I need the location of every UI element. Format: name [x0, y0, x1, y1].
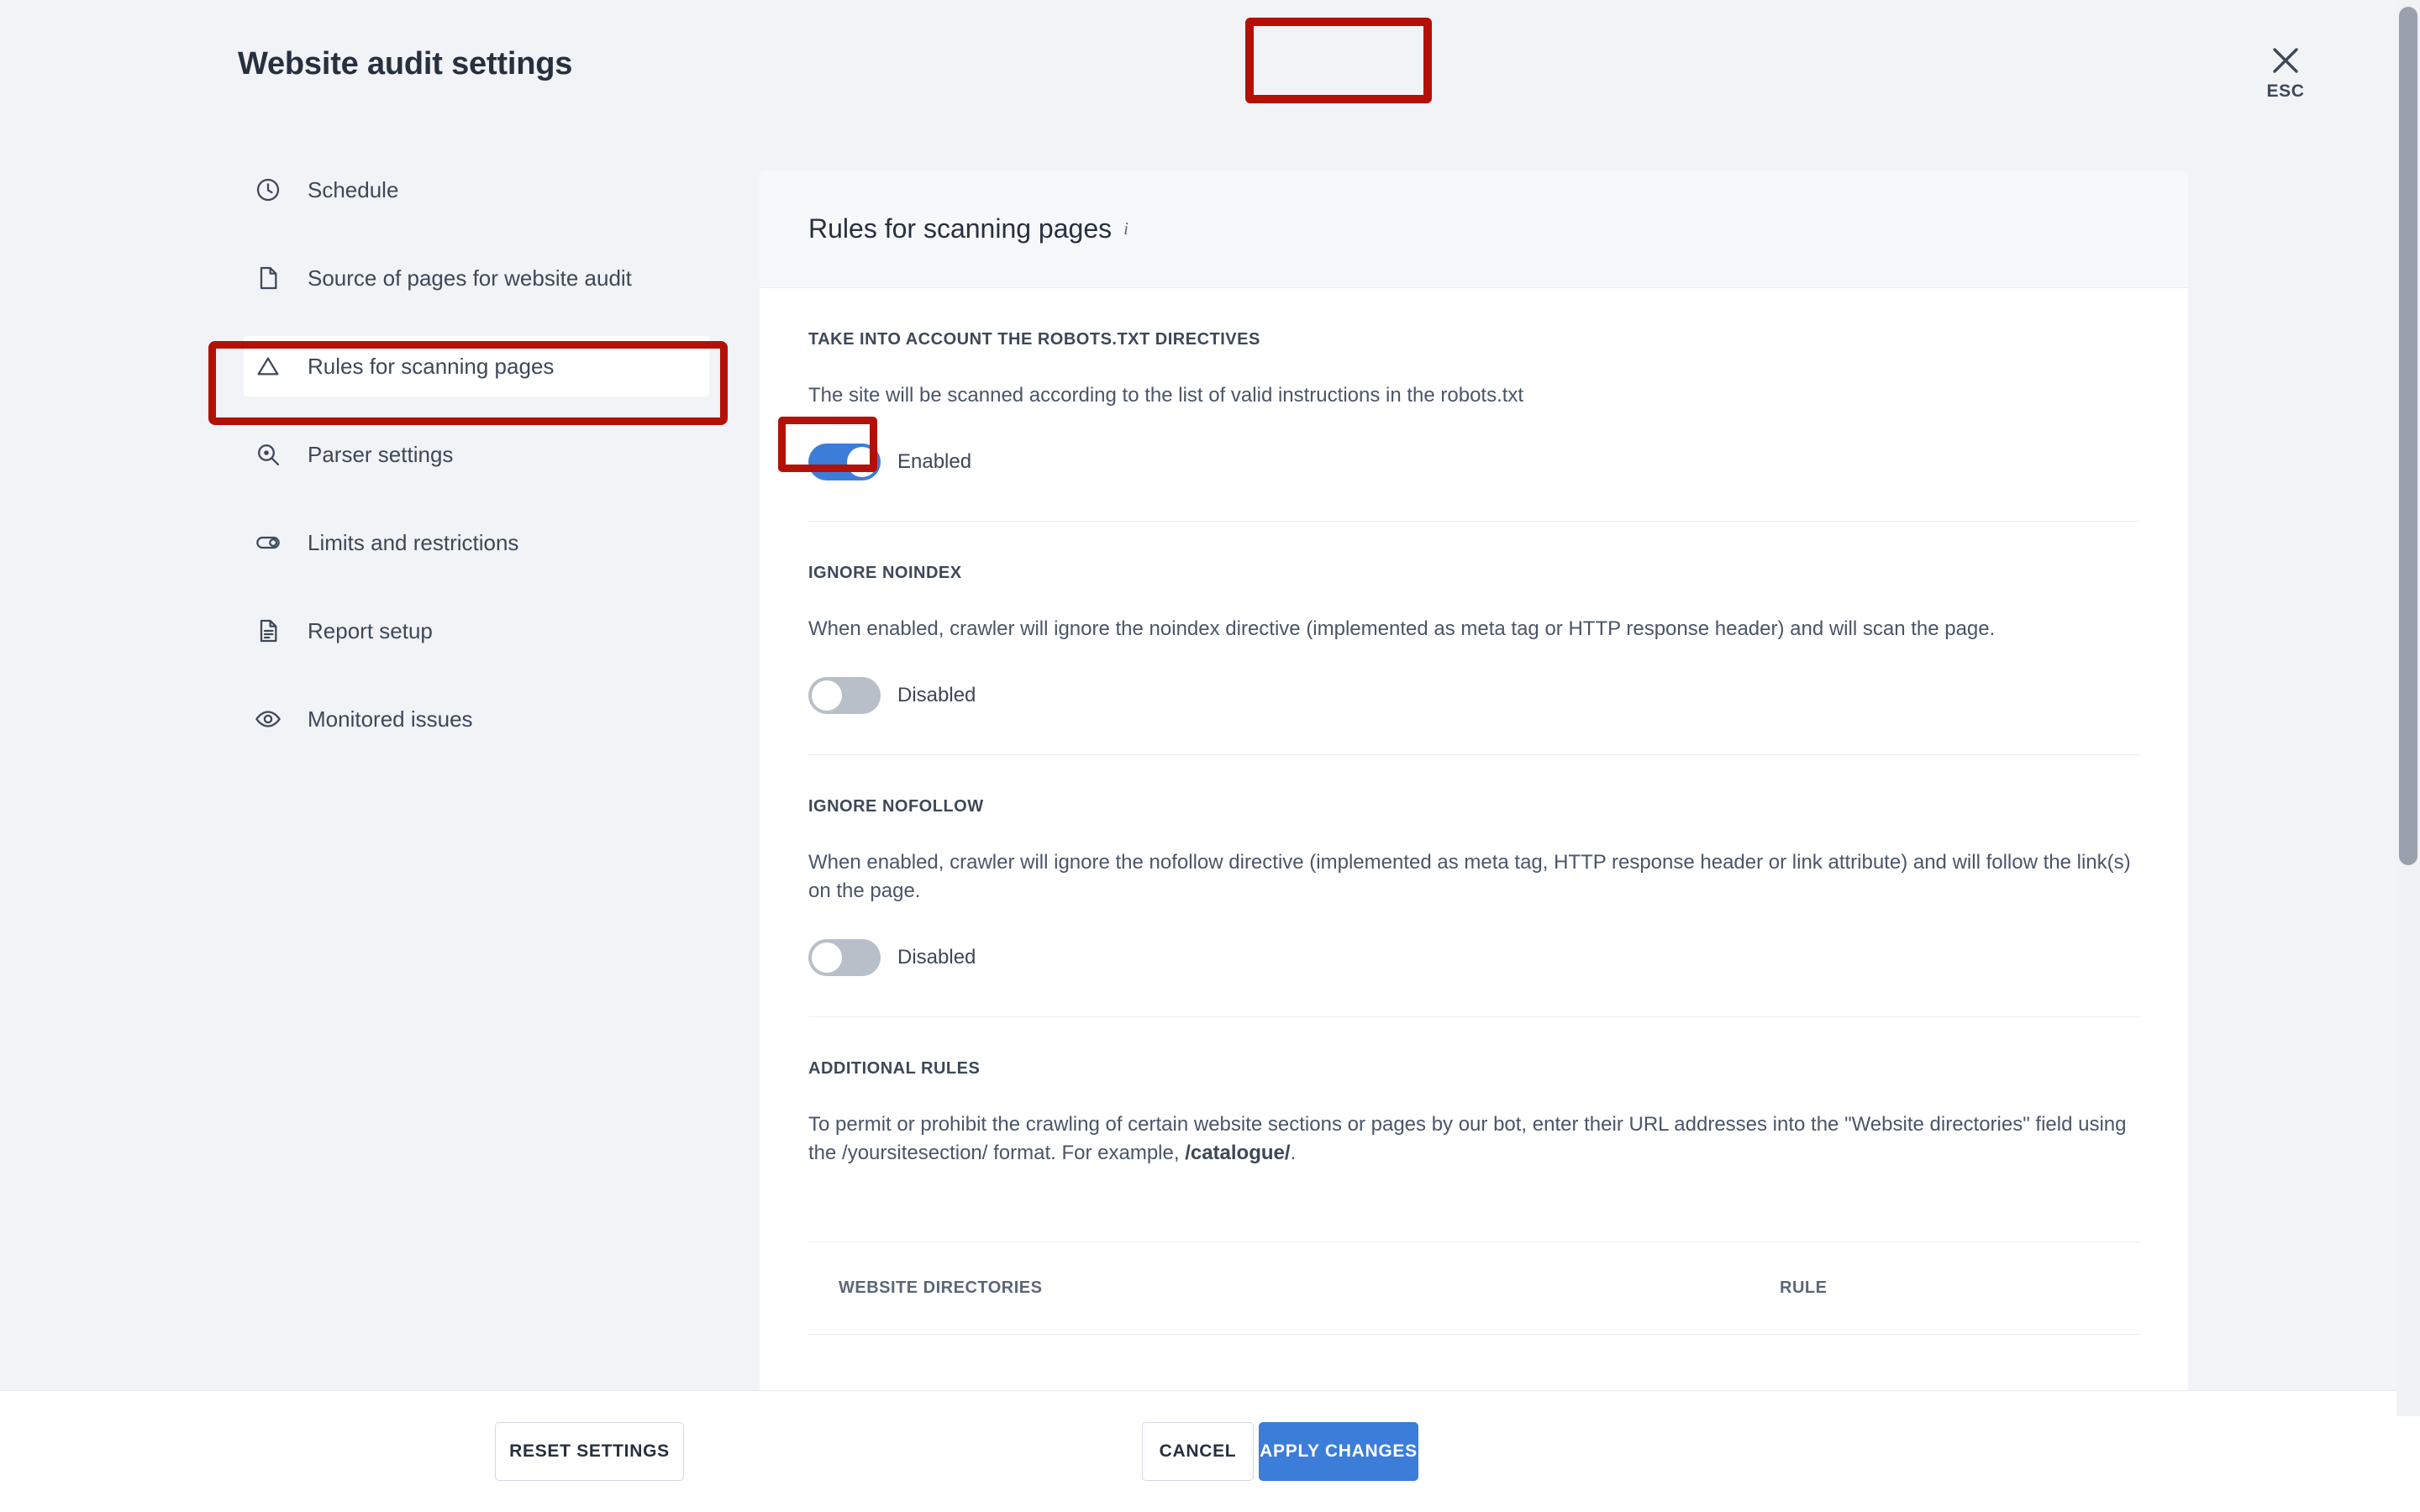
sidebar-item-parser-settings[interactable]: Parser settings	[244, 424, 709, 485]
toggle-switch-icon	[252, 527, 284, 559]
section-description: When enabled, crawler will ignore the no…	[808, 615, 2139, 643]
toggle-knob	[812, 942, 842, 973]
section-robots-txt: TAKE INTO ACCOUNT THE ROBOTS.TXT DIRECTI…	[808, 288, 2139, 522]
apply-changes-button[interactable]: APPLY CHANGES	[1259, 1422, 1418, 1481]
sidebar-item-source-of-pages[interactable]: Source of pages for website audit	[244, 248, 709, 308]
section-description: When enabled, crawler will ignore the no…	[808, 848, 2139, 906]
sidebar-item-limits-and-restrictions[interactable]: Limits and restrictions	[244, 512, 709, 573]
sidebar-item-rules-for-scanning-pages[interactable]: Rules for scanning pages	[244, 336, 709, 396]
settings-content-panel: Rules for scanning pages i TAKE INTO ACC…	[760, 171, 2188, 1390]
toggle-knob	[847, 447, 877, 477]
document-lines-icon	[252, 615, 284, 647]
additional-rules-desc-after: .	[1291, 1142, 1297, 1164]
section-label: IGNORE NOFOLLOW	[808, 797, 2139, 816]
cancel-button[interactable]: CANCEL	[1142, 1422, 1254, 1481]
toggle-row-ignore-nofollow: Disabled	[808, 939, 2139, 976]
section-description: To permit or prohibit the crawling of ce…	[808, 1110, 2139, 1168]
sidebar-item-label: Limits and restrictions	[308, 530, 518, 556]
reset-settings-button[interactable]: RESET SETTINGS	[495, 1422, 684, 1481]
section-ignore-nofollow: IGNORE NOFOLLOW When enabled, crawler wi…	[808, 755, 2139, 1017]
additional-rules-desc-before: To permit or prohibit the crawling of ce…	[808, 1113, 2126, 1164]
page-scrollbar-thumb[interactable]	[2399, 7, 2417, 865]
file-icon	[252, 262, 284, 294]
eye-icon	[252, 703, 284, 735]
toggle-row-robots-txt: Enabled	[808, 444, 2139, 480]
sidebar-item-label: Report setup	[308, 618, 433, 644]
sidebar-item-monitored-issues[interactable]: Monitored issues	[244, 689, 709, 749]
settings-sidebar: Schedule Source of pages for website aud…	[0, 160, 760, 1390]
info-icon[interactable]: i	[1123, 218, 1128, 239]
toggle-state-label: Disabled	[897, 684, 976, 707]
close-icon	[2271, 46, 2300, 75]
section-additional-rules: ADDITIONAL RULES To permit or prohibit t…	[808, 1017, 2139, 1242]
section-label: TAKE INTO ACCOUNT THE ROBOTS.TXT DIRECTI…	[808, 330, 2139, 349]
close-esc-button[interactable]: ESC	[2239, 46, 2332, 102]
search-zoom-icon	[252, 438, 284, 470]
clock-icon	[252, 174, 284, 206]
ignore-noindex-toggle[interactable]	[808, 677, 881, 714]
sidebar-item-label: Parser settings	[308, 442, 453, 468]
page-scrollbar[interactable]	[2396, 0, 2420, 1416]
esc-label: ESC	[2267, 81, 2305, 102]
sidebar-item-label: Monitored issues	[308, 706, 473, 732]
toggle-state-label: Disabled	[897, 946, 976, 969]
column-header-rule: RULE	[1780, 1278, 1827, 1298]
robots-txt-toggle[interactable]	[808, 444, 881, 480]
toggle-knob	[812, 680, 842, 711]
section-label: ADDITIONAL RULES	[808, 1059, 2139, 1079]
sidebar-item-schedule[interactable]: Schedule	[244, 160, 709, 220]
sidebar-item-label: Schedule	[308, 177, 398, 203]
modal-header: Website audit settings ESC	[0, 0, 2420, 160]
panel-title: Rules for scanning pages	[808, 213, 1112, 244]
rules-table: WEBSITE DIRECTORIES RULE	[808, 1242, 2139, 1335]
panel-header: Rules for scanning pages i	[760, 171, 2188, 288]
section-ignore-noindex: IGNORE NOINDEX When enabled, crawler wil…	[808, 522, 2139, 755]
triangle-icon	[252, 350, 284, 382]
sidebar-item-report-setup[interactable]: Report setup	[244, 601, 709, 661]
panel-body: TAKE INTO ACCOUNT THE ROBOTS.TXT DIRECTI…	[760, 288, 2188, 1335]
section-label: IGNORE NOINDEX	[808, 564, 2139, 583]
toggle-row-ignore-noindex: Disabled	[808, 677, 2139, 714]
column-header-website-directories: WEBSITE DIRECTORIES	[839, 1278, 1780, 1298]
section-description: The site will be scanned according to th…	[808, 381, 2139, 410]
modal-footer: RESET SETTINGS CANCEL APPLY CHANGES	[0, 1390, 2420, 1512]
sidebar-item-label: Rules for scanning pages	[308, 354, 554, 380]
sidebar-nav-list: Schedule Source of pages for website aud…	[0, 160, 760, 749]
ignore-nofollow-toggle[interactable]	[808, 939, 881, 976]
additional-rules-example: /catalogue/	[1185, 1142, 1290, 1164]
page-title: Website audit settings	[238, 46, 572, 82]
rules-table-header-row: WEBSITE DIRECTORIES RULE	[808, 1242, 2139, 1335]
toggle-state-label: Enabled	[897, 450, 971, 474]
sidebar-item-label: Source of pages for website audit	[308, 265, 632, 291]
